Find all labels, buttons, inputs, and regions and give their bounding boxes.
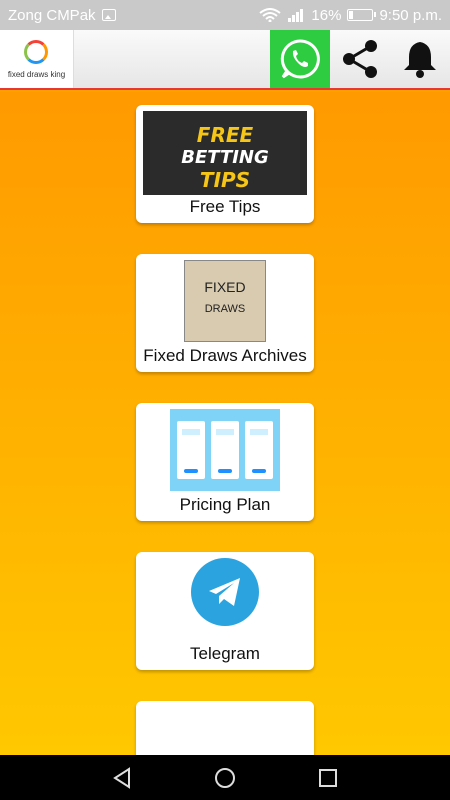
whatsapp-icon xyxy=(280,39,320,79)
card-label: Pricing Plan xyxy=(179,495,271,514)
whatsapp-button[interactable] xyxy=(270,30,330,88)
signal-icon xyxy=(288,9,304,22)
app-bar: fixed draws king xyxy=(0,30,450,90)
back-button[interactable] xyxy=(107,763,137,793)
recents-button[interactable] xyxy=(313,763,343,793)
logo-text: fixed draws king xyxy=(7,70,66,79)
share-icon xyxy=(343,40,377,78)
card-label: Telegram xyxy=(190,644,260,663)
image-text-free: FREE xyxy=(196,123,254,147)
card-free-tips[interactable]: FREE BETTING TIPS Free Tips xyxy=(136,105,314,223)
app-logo[interactable]: fixed draws king xyxy=(0,30,74,88)
telegram-icon xyxy=(191,558,259,626)
carrier-name: Zong CMPak xyxy=(8,6,96,24)
logo-mark xyxy=(24,40,48,64)
card-label: Fixed Draws Archives xyxy=(143,346,307,365)
recents-icon xyxy=(319,768,338,787)
pricing-column xyxy=(245,421,273,479)
home-button[interactable] xyxy=(210,763,240,793)
share-button[interactable] xyxy=(335,30,387,88)
status-right: 16% 9:50 p.m. xyxy=(259,7,442,24)
image-text-betting: BETTING xyxy=(181,147,269,168)
content-area: FREE BETTING TIPS Free Tips FIXED DRAWS … xyxy=(0,92,450,755)
pricing-plan-image xyxy=(170,409,280,491)
battery-icon xyxy=(347,9,377,21)
image-notification-icon xyxy=(101,9,116,21)
card-partial[interactable] xyxy=(136,701,314,755)
card-telegram[interactable]: Telegram xyxy=(136,552,314,670)
card-pricing-plan[interactable]: Pricing Plan xyxy=(136,403,314,521)
status-bar: Zong CMPak 16% 9:50 p.m. xyxy=(0,0,450,30)
image-text-tips: TIPS xyxy=(199,168,251,192)
pricing-column xyxy=(211,421,239,479)
system-nav-bar xyxy=(0,755,450,800)
back-icon xyxy=(112,766,130,789)
card-label: Free Tips xyxy=(189,197,261,216)
clock: 9:50 p.m. xyxy=(379,6,442,24)
home-icon xyxy=(214,767,235,788)
pricing-column xyxy=(177,421,205,479)
bell-icon xyxy=(404,42,436,78)
image-text-draws: DRAWS xyxy=(204,303,246,315)
free-betting-tips-image: FREE BETTING TIPS xyxy=(143,111,307,195)
card-fixed-draws-archives[interactable]: FIXED DRAWS Fixed Draws Archives xyxy=(136,254,314,372)
battery-percent: 16% xyxy=(311,6,342,24)
notifications-button[interactable] xyxy=(394,30,446,88)
image-text-fixed: FIXED xyxy=(204,279,246,295)
fixed-draws-image: FIXED DRAWS xyxy=(184,260,266,342)
wifi-icon xyxy=(259,8,282,22)
